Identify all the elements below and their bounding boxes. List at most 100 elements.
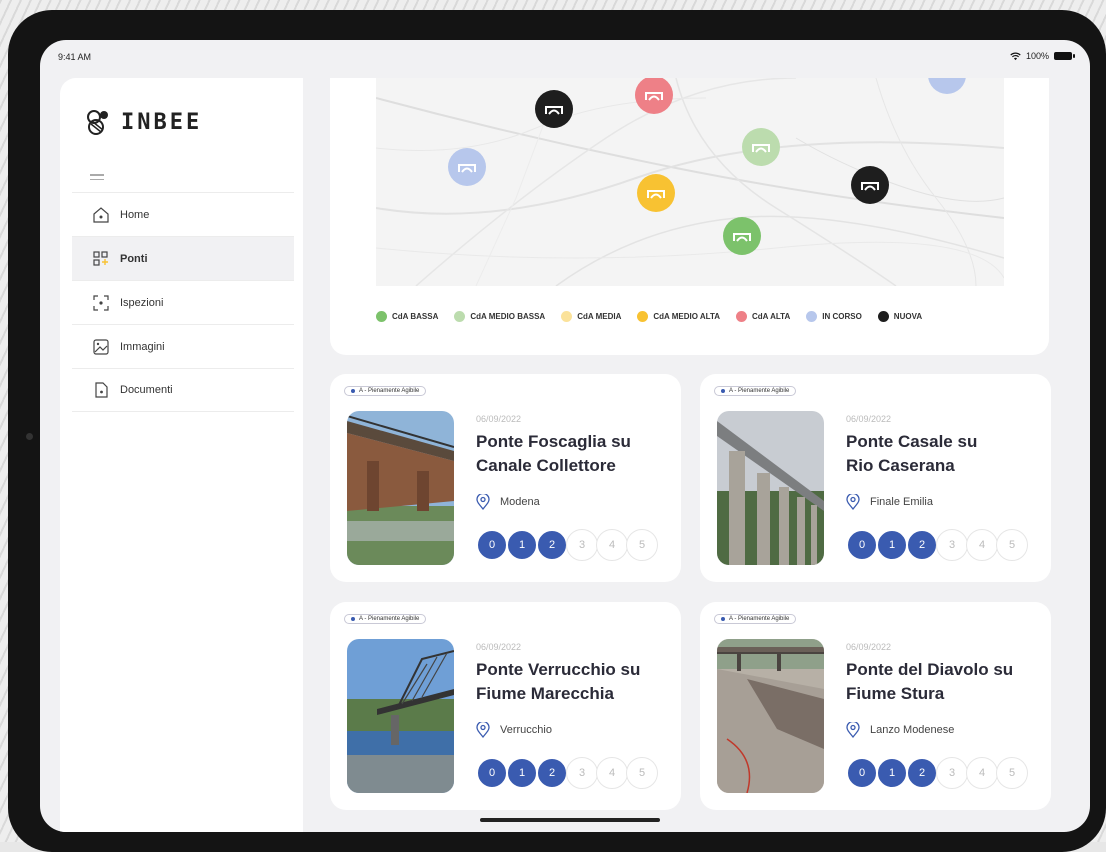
legend-dot [877,311,889,322]
bridge-card[interactable]: A - Pienamente Agibile 06/09/2022 Ponte [330,374,681,582]
map-card: CdA BASSA CdA MEDIO BASSA CdA MEDIA CdA … [330,78,1049,355]
screen: 9:41 AM 100% INBEE Home Ponti Ispezioni … [40,40,1090,832]
bridge-photo [347,411,454,565]
sidebar-item-documenti[interactable]: Documenti [72,368,294,412]
bridge-title: Ponte Foscaglia su Canale Collettore [476,432,631,475]
legend-dot [806,311,818,322]
status-badge: A - Pienamente Agibile [344,386,427,396]
inspection-date: 06/09/2022 [476,414,522,424]
sidebar-item-label: Documenti [120,384,173,396]
bridge-location: Finale Emilia [846,494,933,510]
bee-logo-icon [87,110,108,135]
bridge-location: Lanzo Modenese [846,722,954,738]
legend-dot [561,311,573,322]
sidebar-item-immagini[interactable]: Immagini [72,324,294,368]
sidebar-item-ispezioni[interactable]: Ispezioni [72,280,294,324]
step-indicator[interactable]: 0 [846,757,878,789]
status-badge: A - Pienamente Agibile [714,614,797,624]
step-indicator[interactable]: 4 [966,757,998,789]
map-pin-low[interactable] [723,217,761,255]
step-indicator[interactable]: 3 [936,529,968,561]
inspection-steps: 0 1 2 3 4 5 [846,757,1028,789]
bridge-card[interactable]: A - Pienamente Agibile 06/09/2022 Ponte [700,374,1051,582]
legend-label: CdA MEDIO BASSA [470,312,546,321]
legend-label: CdA BASSA [392,312,439,321]
menu-toggle-icon[interactable] [90,174,104,183]
legend-dot [637,311,649,322]
location-label: Modena [500,496,540,508]
legend-label: NUOVA [893,312,923,321]
step-indicator[interactable]: 0 [476,757,508,789]
location-pin-icon [846,494,860,510]
bridge-card[interactable]: A - Pienamente Agibile 06/09/2022 Ponte [330,602,681,810]
step-indicator[interactable]: 1 [876,757,908,789]
bridge-card[interactable]: A - Pienamente Agibile 06/09/2022 Ponte … [700,602,1051,810]
sidebar-item-label: Ispezioni [120,296,164,309]
location-pin-icon [476,722,490,738]
sidebar: INBEE Home Ponti Ispezioni Immagini Docu… [60,78,303,832]
bridge-title: Ponte Verrucchio su Fiume Marecchia [476,660,641,703]
step-indicator[interactable]: 3 [566,529,598,561]
legend-item: CdA ALTA [736,311,790,322]
status-badge: A - Pienamente Agibile [344,614,427,624]
battery-percent: 100% [1025,51,1049,61]
sidebar-nav: Home Ponti Ispezioni Immagini Documenti [72,192,294,412]
step-indicator[interactable]: 5 [996,757,1028,789]
location-label: Verrucchio [500,724,552,736]
bridge-grid-icon [92,250,110,268]
legend-dot [736,311,748,322]
step-indicator[interactable]: 4 [966,529,998,561]
step-indicator[interactable]: 5 [626,757,658,789]
inspection-steps: 0 1 2 3 4 5 [476,757,658,789]
step-indicator[interactable]: 1 [506,529,538,561]
map-pin-medium-high[interactable] [637,174,675,212]
inspection-date: 06/09/2022 [476,642,522,652]
location-pin-icon [846,722,860,738]
legend-item: IN CORSO [806,311,862,322]
step-indicator[interactable]: 1 [506,757,538,789]
home-icon [92,206,110,224]
sidebar-item-home[interactable]: Home [72,192,294,236]
step-indicator[interactable]: 0 [476,529,508,561]
home-indicator[interactable] [480,818,660,822]
legend-dot [376,311,387,322]
legend-item: CdA MEDIO BASSA [454,311,545,322]
battery-icon [1054,52,1075,60]
inspection-icon [92,294,110,312]
step-indicator[interactable]: 2 [906,529,938,561]
step-indicator[interactable]: 0 [846,529,878,561]
location-label: Lanzo Modenese [870,724,955,736]
step-indicator[interactable]: 2 [906,757,938,789]
bridge-photo [717,639,824,793]
bridge-title: Ponte del Diavolo su Fiume Stura [846,660,1014,703]
step-indicator[interactable]: 4 [596,757,628,789]
bridge-location: Modena [476,494,540,510]
step-indicator[interactable]: 5 [626,529,658,561]
step-indicator[interactable]: 5 [996,529,1028,561]
map-pin-new[interactable] [535,90,573,128]
map[interactable] [376,78,1004,286]
map-pin-in-progress[interactable] [448,148,486,186]
step-indicator[interactable]: 3 [936,757,968,789]
step-indicator[interactable]: 2 [536,529,568,561]
map-pin-medium-low[interactable] [742,128,780,166]
step-indicator[interactable]: 1 [876,529,908,561]
step-indicator[interactable]: 2 [536,757,568,789]
sidebar-item-ponti[interactable]: Ponti [72,236,294,280]
inspection-date: 06/09/2022 [846,642,892,652]
map-pin-new[interactable] [851,166,889,204]
status-bar: 9:41 AM 100% [40,40,1090,74]
legend-item: CdA MEDIO ALTA [637,311,720,322]
sidebar-item-label: Ponti [120,252,148,265]
status-right: 100% [1010,51,1075,61]
inspection-steps: 0 1 2 3 4 5 [846,529,1028,561]
camera [26,433,33,440]
image-icon [92,338,110,356]
tablet-frame: 9:41 AM 100% INBEE Home Ponti Ispezioni … [8,10,1106,852]
status-time: 9:41 AM [58,52,92,62]
step-indicator[interactable]: 3 [566,757,598,789]
step-indicator[interactable]: 4 [596,529,628,561]
document-icon [92,381,110,399]
location-label: Finale Emilia [870,496,933,508]
map-legend: CdA BASSA CdA MEDIO BASSA CdA MEDIA CdA … [376,311,922,322]
